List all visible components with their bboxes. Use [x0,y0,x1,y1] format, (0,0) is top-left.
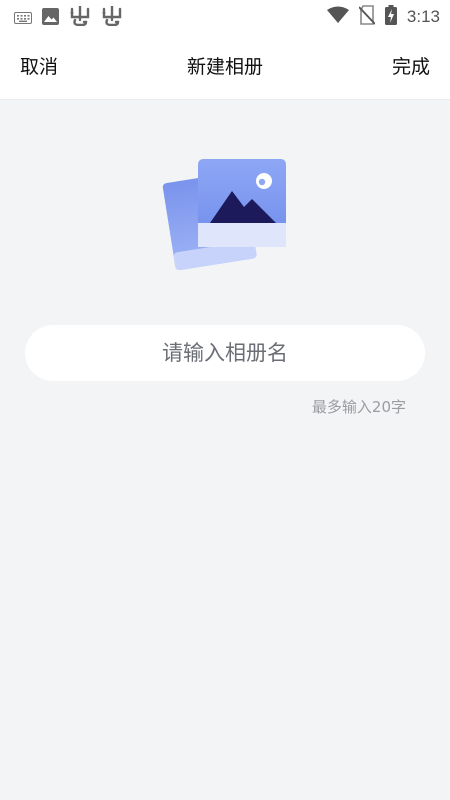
keyboard-icon [14,9,32,28]
battery-charging-icon [384,5,397,29]
album-name-input[interactable] [25,325,425,381]
wifi-icon [326,6,349,28]
page-title: 新建相册 [186,56,263,78]
status-right-icons: 3:13 [326,5,440,29]
status-bar: 3:13 [0,0,450,32]
input-limit-hint: 最多输入20字 [311,398,406,416]
status-time: 3:13 [406,7,440,26]
image-icon [42,7,59,29]
album-name-field [25,325,425,381]
bug-icon [101,4,123,30]
app-header: 取消 新建相册 完成 [0,32,450,100]
no-sim-icon [358,5,376,29]
bug-icon [69,4,91,30]
status-left-icons [14,4,123,30]
album-photos-icon [160,155,290,271]
done-button[interactable]: 完成 [392,52,430,79]
